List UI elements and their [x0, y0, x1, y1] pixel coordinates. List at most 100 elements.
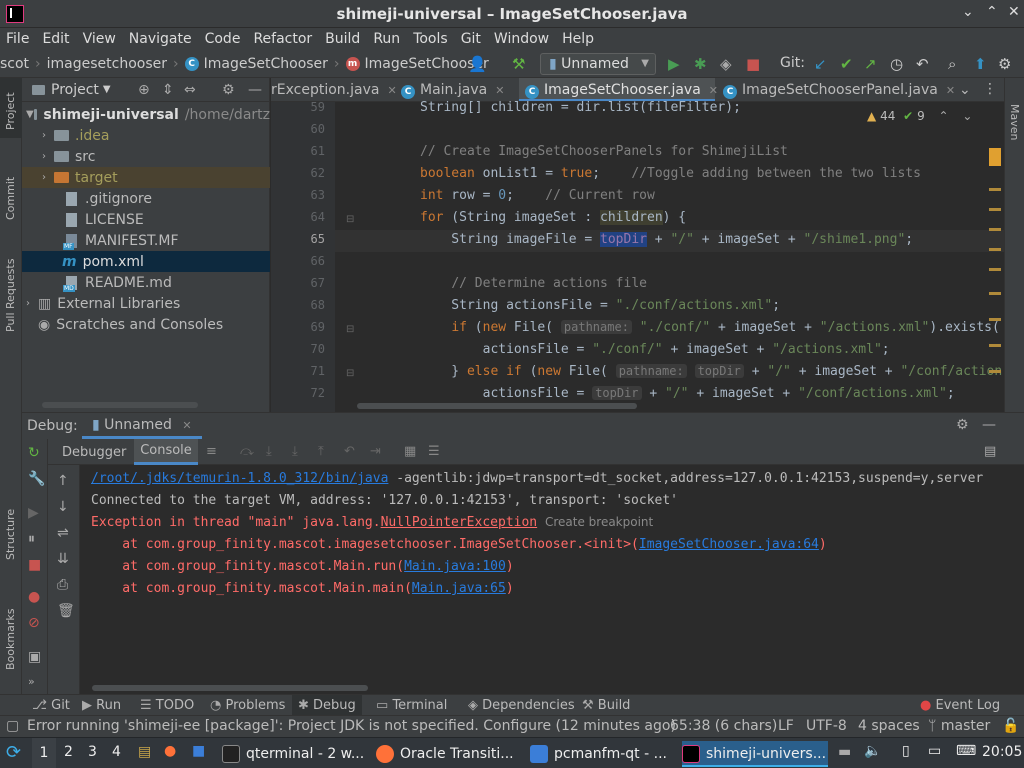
error-stripe-marker[interactable] — [989, 344, 1001, 347]
code-line-59[interactable]: String[] children = dir.list(fileFilter)… — [420, 100, 741, 115]
clipboard-icon[interactable]: ▯ — [902, 743, 910, 759]
menu-navigate[interactable]: Navigate — [129, 31, 192, 47]
window-launcher-icon[interactable]: ■ — [192, 743, 205, 759]
hide-debug-icon[interactable]: — — [982, 417, 996, 433]
code-line-63[interactable]: int row = 0; // Current row — [420, 188, 655, 203]
menu-run[interactable]: Run — [373, 31, 400, 47]
clock[interactable]: 20:05 — [982, 744, 1022, 760]
console-hscrollbar[interactable] — [92, 685, 368, 691]
pull-requests-tool-tab[interactable]: Pull Requests — [4, 259, 17, 332]
code-line-62[interactable]: boolean onList1 = true; //Toggle adding … — [420, 166, 921, 181]
caret-position[interactable]: 65:38 (6 chars) — [670, 718, 777, 734]
desktop-4[interactable]: 4 — [112, 744, 121, 760]
minimize-icon[interactable]: ⌄ — [962, 4, 974, 20]
menu-window[interactable]: Window — [494, 31, 549, 47]
tree-item-scratches[interactable]: ◉ Scratches and Consoles — [22, 314, 270, 335]
readonly-lock-icon[interactable]: 🔓 — [1002, 718, 1019, 734]
git-push-icon[interactable]: ↗ — [864, 55, 877, 73]
step-over-icon[interactable]: ⤼ — [240, 444, 254, 459]
tree-item-gitignore[interactable]: .gitignore — [22, 188, 270, 209]
view-breakpoints-icon[interactable]: ● — [28, 589, 40, 605]
menu-file[interactable]: File — [6, 31, 29, 47]
tool-dependencies[interactable]: ◈ Dependencies — [468, 698, 575, 713]
stack-trace-link[interactable]: Main.java:100 — [404, 559, 506, 574]
maximize-icon[interactable]: ⌃ — [986, 4, 998, 20]
tree-item-pom[interactable]: m pom.xml — [22, 251, 270, 272]
structure-tool-tab[interactable]: Structure — [4, 509, 17, 560]
user-icon[interactable]: 👤 — [468, 55, 487, 73]
exception-class-link[interactable]: NullPointerException — [381, 515, 538, 530]
task-oracle[interactable]: Oracle Transiti... — [376, 741, 522, 767]
breadcrumb-class[interactable]: ImageSetChooser — [204, 56, 328, 72]
line-separator[interactable]: LF — [778, 718, 794, 734]
breadcrumb-package[interactable]: scot — [0, 56, 29, 72]
maven-tool-tab[interactable]: Maven — [1008, 104, 1021, 140]
error-stripe-marker[interactable] — [989, 188, 1001, 191]
code-line-71[interactable]: } else if (new File( pathname: topDir + … — [420, 364, 1002, 379]
error-stripe-marker[interactable] — [989, 248, 1001, 251]
task-qterminal[interactable]: qterminal - 2 w... — [222, 741, 368, 767]
stop-debug-icon[interactable]: ■ — [28, 557, 41, 573]
stack-trace-link[interactable]: Main.java:65 — [412, 581, 506, 596]
scroll-up-icon[interactable]: ↑ — [57, 473, 69, 489]
tree-item-idea[interactable]: › .idea — [22, 125, 270, 146]
scroll-to-end-icon[interactable]: ⇊ — [57, 551, 69, 567]
run-to-cursor-icon[interactable]: ⇥ — [370, 444, 381, 459]
evaluate-icon[interactable]: ▦ — [404, 444, 416, 459]
menu-help[interactable]: Help — [562, 31, 594, 47]
tray-arrow-icon[interactable]: ▬ — [838, 744, 851, 760]
project-tool-tab[interactable]: Project — [4, 92, 17, 130]
commit-tool-tab[interactable]: Commit — [4, 177, 17, 220]
step-out-icon[interactable]: ⤒ — [318, 444, 324, 459]
git-branch[interactable]: ᛘ master — [928, 718, 990, 734]
create-breakpoint-link[interactable]: Create breakpoint — [545, 515, 653, 529]
debug-session-tab[interactable]: ▮ Unnamed ✕ — [82, 413, 202, 439]
error-stripe-marker[interactable] — [989, 208, 1001, 211]
code-line-67[interactable]: // Determine actions file — [420, 276, 647, 291]
error-stripe-marker[interactable] — [989, 292, 1001, 295]
menu-edit[interactable]: Edit — [42, 31, 69, 47]
desktop-2[interactable]: 2 — [64, 744, 73, 760]
stack-trace-link[interactable]: ImageSetChooser.java:64 — [639, 537, 819, 552]
code-line-64[interactable]: for (String imageSet : children) { — [420, 210, 686, 225]
tool-todo[interactable]: ☰ TODO — [140, 698, 194, 713]
mute-breakpoints-icon[interactable]: ⊘ — [28, 615, 40, 631]
menu-build[interactable]: Build — [325, 31, 360, 47]
code-line-68[interactable]: String actionsFile = "./conf/actions.xml… — [420, 298, 780, 313]
tabs-menu-icon[interactable]: ⋮ — [983, 81, 997, 97]
status-message[interactable]: Error running 'shimeji-ee [package]': Pr… — [27, 718, 676, 734]
clear-console-icon[interactable]: 🗑 — [57, 603, 75, 619]
error-stripe-marker[interactable] — [989, 318, 1001, 321]
close-icon[interactable]: ✕ — [1008, 4, 1020, 20]
step-into-icon[interactable]: ⤓ — [266, 444, 272, 459]
trace-icon[interactable]: ☰ — [428, 444, 440, 459]
debug-icon[interactable]: ✱ — [694, 55, 707, 73]
tab-console[interactable]: Console — [134, 439, 198, 465]
update-ide-icon[interactable]: ⬆ — [974, 55, 987, 73]
indent-setting[interactable]: 4 spaces — [858, 718, 920, 734]
files-launcher-icon[interactable]: ▤ — [138, 744, 151, 760]
tree-item-external-libraries[interactable]: › ▥ External Libraries — [22, 293, 270, 314]
menu-code[interactable]: Code — [205, 31, 241, 47]
code-line-69[interactable]: if (new File( pathname: "./conf/" + imag… — [420, 320, 1000, 335]
menu-view[interactable]: View — [83, 31, 116, 47]
file-encoding[interactable]: UTF-8 — [806, 718, 847, 734]
resume-icon[interactable]: ▶ — [28, 505, 39, 521]
debug-settings-icon[interactable]: ⚙ — [956, 417, 969, 433]
previous-highlight-icon[interactable]: ⌃ — [939, 109, 949, 123]
screenshot-icon[interactable]: ▣ — [28, 649, 41, 665]
tab-exception[interactable]: rException.java ✕ — [271, 78, 397, 101]
tool-problems[interactable]: ◔ Problems — [210, 698, 285, 713]
stop-icon[interactable]: ■ — [746, 55, 760, 73]
rerun-icon[interactable]: ↻ — [28, 445, 40, 461]
tabs-dropdown-icon[interactable]: ⌄ — [959, 82, 971, 98]
inspections-widget[interactable]: ▲ 44 ✔ 9 ⌃ ⌄ — [867, 109, 972, 123]
project-view-selector[interactable]: Project — [51, 82, 99, 98]
tool-debug[interactable]: ✱ Debug — [292, 695, 362, 716]
next-highlight-icon[interactable]: ⌄ — [962, 109, 972, 123]
pause-icon[interactable]: ⏸ — [28, 531, 35, 547]
firefox-launcher-icon[interactable]: ● — [164, 743, 176, 759]
rollback-icon[interactable]: ↶ — [916, 55, 929, 73]
tab-debugger[interactable]: Debugger — [62, 445, 126, 460]
project-settings-icon[interactable]: ⚙ — [222, 82, 235, 98]
